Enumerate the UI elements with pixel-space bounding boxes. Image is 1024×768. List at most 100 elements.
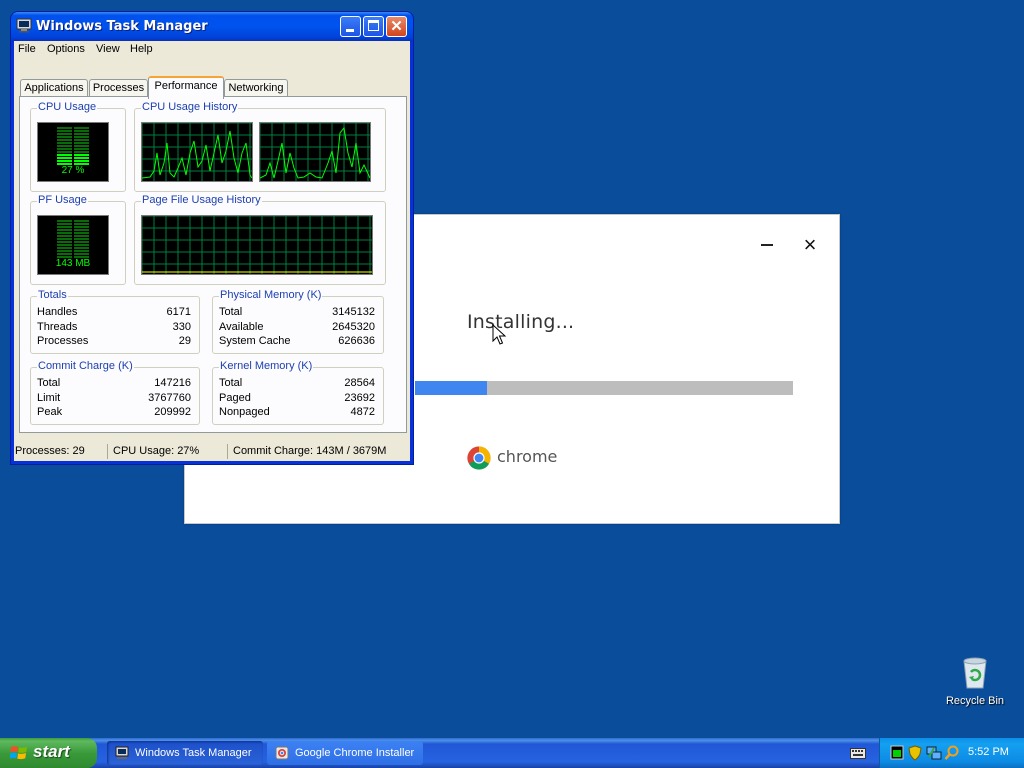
cpu-history-graph-1 [141,122,253,182]
install-progress-bar [415,381,793,395]
minimize-button[interactable] [340,16,361,37]
keyboard-icon[interactable] [850,748,866,759]
totals-processes-label: Processes [37,335,89,347]
pf-history-group: Page File Usage History [134,194,386,285]
chrome-logo-icon [467,446,491,470]
taskbar-chrome-installer[interactable]: Google Chrome Installer [267,741,423,765]
commit-total-label: Total [37,377,61,389]
kernel-nonpaged-value: 4872 [350,406,375,418]
commit-charge-title: Commit Charge (K) [37,360,134,372]
task-manager-body: File Options View Help Applications Proc… [14,41,410,461]
pf-usage-title: PF Usage [37,194,88,206]
cpu-history-graph-2 [259,122,371,182]
kernel-memory-title: Kernel Memory (K) [219,360,314,372]
network-icon[interactable] [926,745,942,761]
performance-panel: CPU Usage 27 % CPU Usage History PF Usag… [19,96,407,433]
start-label: start [33,742,70,761]
close-icon: ✕ [390,18,403,35]
tab-networking[interactable]: Networking [224,79,288,97]
recycle-bin-shortcut[interactable]: Recycle Bin [944,656,1006,712]
commit-limit-value: 3767760 [148,392,191,404]
pf-history-plot [141,215,372,274]
start-button[interactable]: start [0,738,97,768]
pf-usage-group: PF Usage 143 MB [30,194,126,285]
kernel-total-value: 28564 [344,377,375,389]
cpu-history-group: CPU Usage History [134,101,386,192]
totals-title: Totals [37,289,68,301]
cpu-usage-value: 27 % [61,165,85,176]
physical-memory-group: Physical Memory (K) Total 3145132 Availa… [212,289,384,354]
pf-usage-value: 143 MB [55,258,91,269]
cpu-history-plot-2 [259,122,371,181]
taskbar-task-manager[interactable]: Windows Task Manager [107,741,263,765]
status-commit: Commit Charge: 143M / 3679M [227,444,403,459]
install-progress-fill [415,381,487,395]
commit-charge-group: Commit Charge (K) Total 147216 Limit 376… [30,360,200,425]
recycle-bin-icon [963,657,987,689]
menu-file[interactable]: File [18,43,36,55]
phys-total-label: Total [219,306,243,318]
cpu-usage-meter: 27 % [37,122,109,182]
taskbar: start Windows Task Manager Google Chrome… [0,738,1024,768]
task-manager-icon [115,746,129,759]
tab-processes[interactable]: Processes [89,79,148,97]
kernel-total-label: Total [219,377,243,389]
phys-total-value: 3145132 [332,306,375,318]
totals-handles-label: Handles [37,306,78,318]
maximize-icon [368,20,379,31]
close-button[interactable]: ✕ [386,16,407,37]
totals-threads-label: Threads [37,321,78,333]
task-manager-titlebar[interactable]: Windows Task Manager ✕ [11,12,413,41]
cpu-history-plot-1 [141,122,253,181]
menu-help[interactable]: Help [130,43,153,55]
window-title: Windows Task Manager [36,19,208,34]
commit-total-value: 147216 [154,377,191,389]
taskbar-task-manager-label: Windows Task Manager [135,747,252,759]
minimize-icon [346,29,354,32]
maximize-button[interactable] [363,16,384,37]
task-manager-window: Windows Task Manager ✕ File Options View… [11,12,413,464]
search-icon[interactable] [944,745,960,761]
pf-history-graph [141,215,373,275]
totals-processes-value: 29 [178,335,191,347]
system-tray: 5:52 PM [879,738,1024,768]
recycle-bin-label: Recycle Bin [945,695,1005,707]
phys-available-value: 2645320 [332,321,375,333]
kernel-paged-value: 23692 [344,392,375,404]
cpu-usage-group: CPU Usage 27 % [30,101,126,192]
totals-handles-value: 6171 [166,306,191,318]
task-manager-tray-icon[interactable] [890,745,904,760]
pf-usage-meter: 143 MB [37,215,109,275]
mouse-pointer-icon [492,324,507,345]
commit-limit-label: Limit [37,392,61,404]
phys-available-label: Available [219,321,264,333]
kernel-nonpaged-label: Nonpaged [219,406,270,418]
status-cpu: CPU Usage: 27% [107,444,223,459]
security-shield-icon[interactable] [908,745,922,761]
menu-bar: File Options View Help [14,41,410,59]
cpu-history-title: CPU Usage History [141,101,239,113]
menu-view[interactable]: View [96,43,120,55]
phys-cache-value: 626636 [338,335,375,347]
physical-memory-title: Physical Memory (K) [219,289,323,301]
chrome-installer-icon [275,746,289,760]
installer-close-button[interactable]: × [799,234,821,256]
menu-options[interactable]: Options [47,43,85,55]
task-manager-icon [16,18,32,33]
tab-performance[interactable]: Performance [148,76,224,99]
taskbar-chrome-installer-label: Google Chrome Installer [295,747,415,759]
clock[interactable]: 5:52 PM [968,746,1009,758]
cpu-usage-title: CPU Usage [37,101,98,113]
commit-peak-label: Peak [37,406,63,418]
installer-minimize-button[interactable] [757,235,777,255]
phys-cache-label: System Cache [219,335,291,347]
chrome-wordmark: chrome [497,447,558,466]
status-processes: Processes: 29 [15,445,85,457]
windows-logo-icon [10,746,27,760]
install-status-text: Installing... [467,311,575,333]
pf-history-title: Page File Usage History [141,194,262,206]
totals-threads-value: 330 [172,321,191,333]
kernel-paged-label: Paged [219,392,251,404]
commit-peak-value: 209992 [154,406,191,418]
tab-applications[interactable]: Applications [20,79,88,97]
